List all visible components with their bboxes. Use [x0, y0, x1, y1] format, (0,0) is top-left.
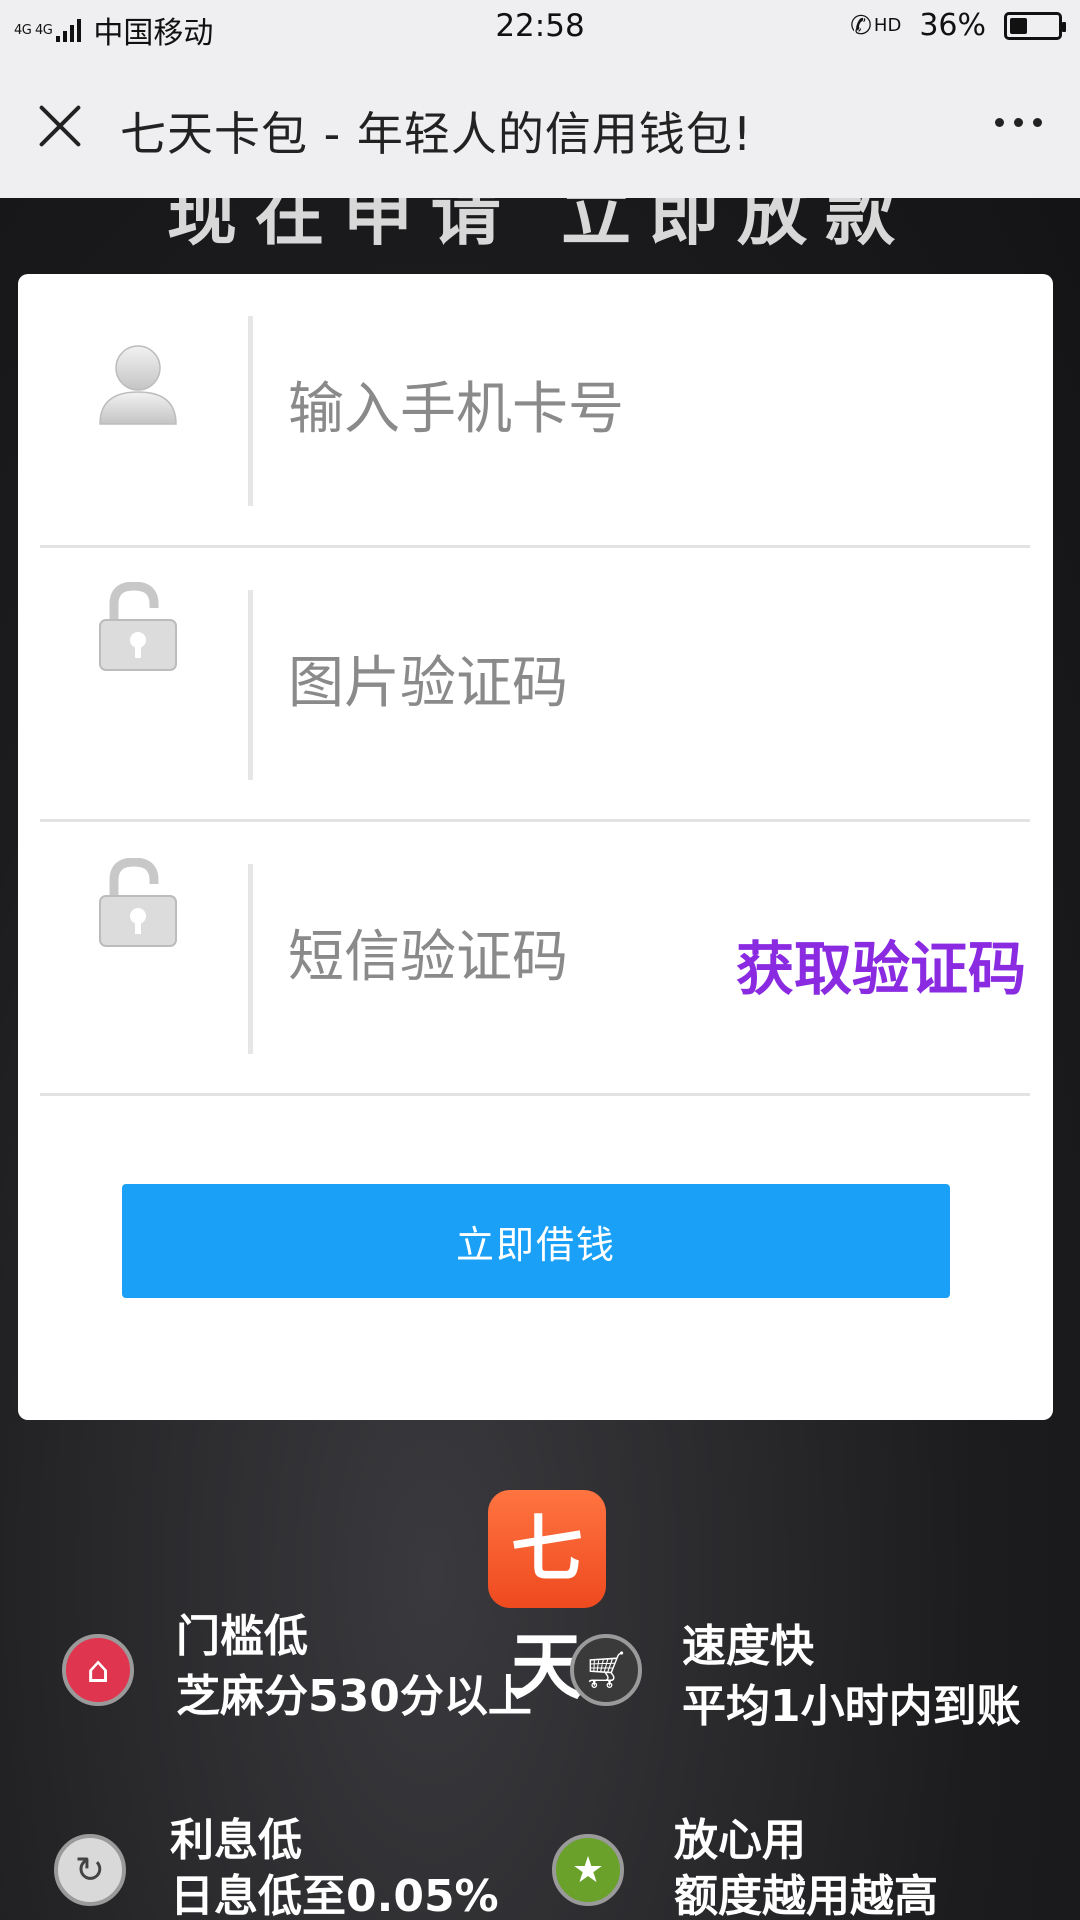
feature-title: 放心用	[674, 1815, 806, 1866]
feature-desc: 额度越用越高	[674, 1871, 938, 1920]
refresh-icon: ↻	[54, 1834, 126, 1906]
feature-desc: 日息低至0.05%	[170, 1871, 499, 1920]
battery-icon	[1004, 11, 1066, 40]
call-icon: ✆	[850, 10, 872, 41]
home-icon: ⌂	[62, 1634, 134, 1706]
phone-field-row	[40, 274, 1030, 548]
feature-title: 利息低	[170, 1815, 302, 1866]
battery-percent: 36%	[919, 8, 986, 43]
phone-input[interactable]	[288, 364, 688, 454]
battery-fill	[1010, 17, 1027, 34]
close-icon[interactable]	[34, 100, 86, 152]
get-code-button[interactable]: 获取验证码	[736, 922, 1026, 1006]
field-separator	[248, 864, 253, 1054]
borrow-now-button[interactable]: 立即借钱	[122, 1184, 950, 1298]
feature-desc: 平均1小时内到账	[682, 1681, 1021, 1732]
page-title: 七天卡包 - 年轻人的信用钱包!	[120, 107, 753, 161]
status-right: ✆ HD 36%	[850, 8, 1066, 43]
banner-slogan: 现在申请 立即放款	[166, 198, 914, 255]
field-separator	[248, 590, 253, 780]
unlock-icon	[99, 858, 177, 947]
cart-icon: 🛒︎	[570, 1634, 642, 1706]
star-icon: ★	[552, 1834, 624, 1906]
loan-form-card: 获取验证码 立即借钱	[18, 274, 1053, 1420]
captcha-field-row	[40, 548, 1030, 822]
status-bar: 4G 4G 中国移动 22:58 ✆ HD 36%	[0, 0, 1080, 56]
title-bar: 七天卡包 - 年轻人的信用钱包!	[0, 56, 1080, 198]
user-icon	[99, 345, 177, 425]
more-options-icon[interactable]	[995, 118, 1042, 127]
hd-badge: HD	[873, 15, 902, 36]
field-separator	[248, 316, 253, 506]
image-captcha-input[interactable]	[288, 638, 688, 728]
feature-desc: 芝麻分530分以上	[176, 1671, 532, 1722]
feature-title: 速度快	[682, 1621, 814, 1672]
app-logo: 七天	[488, 1490, 606, 1709]
sms-field-row: 获取验证码	[40, 822, 1030, 1096]
unlock-icon	[99, 582, 177, 671]
sms-code-input[interactable]	[288, 912, 688, 1002]
feature-title: 门槛低	[176, 1611, 308, 1662]
